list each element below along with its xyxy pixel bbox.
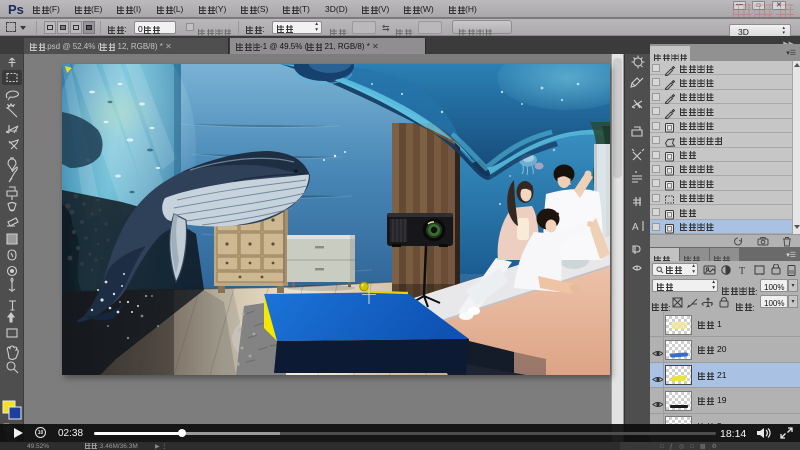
svg-text:A: A xyxy=(632,222,639,233)
svg-text:T: T xyxy=(739,266,745,276)
